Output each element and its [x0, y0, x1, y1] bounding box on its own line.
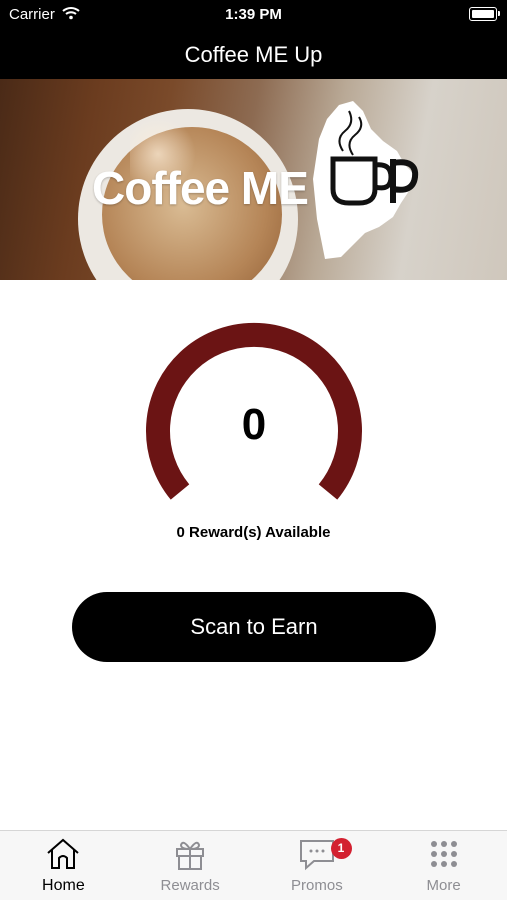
tab-rewards-label: Rewards — [160, 877, 220, 894]
chat-bubble-icon — [299, 840, 334, 871]
page-title: Coffee ME Up — [184, 42, 323, 67]
scan-to-earn-button[interactable]: Scan to Earn — [72, 592, 436, 662]
points-value: 0 — [241, 400, 267, 449]
tab-bar: Home Rewards 1 Promos More — [0, 830, 507, 900]
tab-home-label: Home — [42, 877, 85, 894]
promos-badge: 1 — [330, 838, 352, 859]
rewards-available-text: 0 Reward(s) Available — [176, 524, 331, 541]
tab-more[interactable]: More — [380, 831, 507, 900]
tab-promos[interactable]: 1 Promos — [254, 831, 381, 900]
home-icon — [47, 838, 80, 869]
tab-more-label: More — [426, 877, 461, 894]
battery-icon — [469, 7, 500, 21]
brand-logo-text: Coffee ME — [92, 162, 309, 214]
gift-icon — [176, 841, 205, 870]
grid-dots-icon — [430, 841, 457, 867]
tab-home[interactable]: Home — [0, 831, 127, 900]
hero-banner: Coffee ME — [0, 79, 507, 280]
tab-promos-label: Promos — [291, 877, 343, 894]
status-time: 1:39 PM — [225, 6, 282, 23]
status-bar: Carrier 1:39 PM — [0, 0, 507, 30]
nav-bar: Coffee ME Up — [0, 30, 507, 79]
maine-map-logo — [313, 101, 419, 259]
tab-rewards[interactable]: Rewards — [127, 831, 254, 900]
